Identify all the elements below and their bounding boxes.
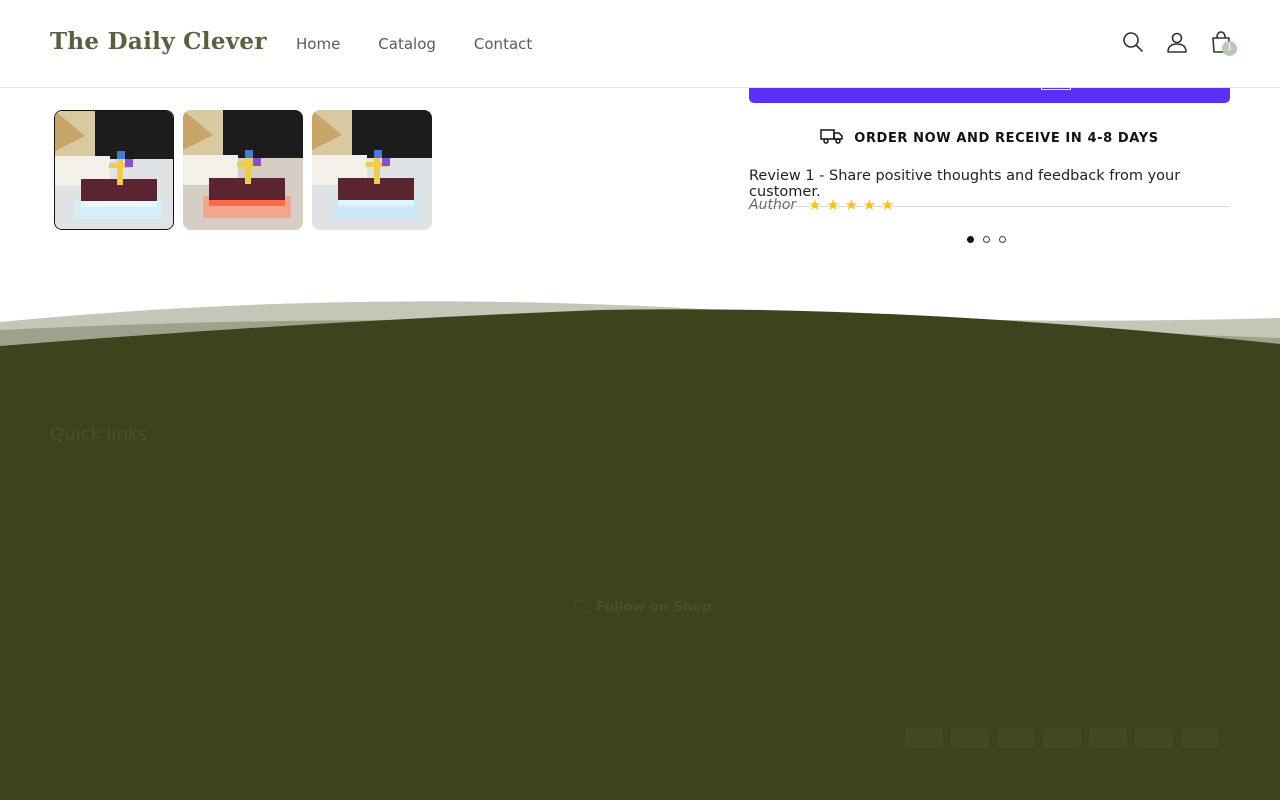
product-thumbnail-2[interactable]: [183, 110, 303, 230]
site-footer: [0, 296, 1280, 800]
carousel-dot-1[interactable]: [967, 236, 974, 243]
shipping-text: ORDER NOW AND RECEIVE IN 4-8 DAYS: [854, 130, 1159, 146]
footer-quick-links-heading: Quick links: [50, 424, 148, 445]
header-icons: 1: [1122, 30, 1237, 56]
cart-icon[interactable]: 1: [1210, 30, 1237, 56]
follow-on-shop-button[interactable]: Follow on Shop: [566, 592, 716, 622]
site-logo[interactable]: The Daily Clever: [50, 28, 267, 55]
review-stars: ★ ★ ★ ★ ★: [808, 196, 895, 214]
site-header: The Daily Clever Home Catalog Contact 1: [0, 0, 1280, 88]
payment-icon: [905, 728, 943, 748]
search-icon[interactable]: [1122, 30, 1144, 54]
nav-contact[interactable]: Contact: [474, 35, 532, 53]
shop-heart-icon: [574, 600, 588, 614]
payment-icon: [1135, 728, 1173, 748]
payment-icon: [1089, 728, 1127, 748]
follow-label: Follow on Shop: [596, 599, 712, 615]
nav-home[interactable]: Home: [296, 35, 340, 53]
payment-icon: [1181, 728, 1219, 748]
payment-icon: [997, 728, 1035, 748]
shipping-notice: ORDER NOW AND RECEIVE IN 4-8 DAYS: [749, 128, 1230, 148]
nav-catalog[interactable]: Catalog: [378, 35, 436, 53]
account-icon[interactable]: [1166, 30, 1188, 54]
carousel-dot-3[interactable]: [999, 236, 1006, 243]
cart-count-badge: 1: [1222, 41, 1237, 56]
payment-icon: [951, 728, 989, 748]
payment-icons: [905, 728, 1219, 748]
review-carousel-dots: [967, 236, 1006, 243]
product-thumbnail-1[interactable]: [54, 110, 174, 230]
main-nav: Home Catalog Contact: [296, 35, 570, 53]
product-thumbnail-3[interactable]: [312, 110, 432, 230]
payment-icon: [1043, 728, 1081, 748]
product-thumbnails: [54, 110, 432, 230]
review-author: Author: [749, 197, 797, 213]
carousel-dot-2[interactable]: [983, 236, 990, 243]
truck-icon: [820, 128, 844, 148]
review-meta: Author ★ ★ ★ ★ ★: [749, 196, 894, 214]
